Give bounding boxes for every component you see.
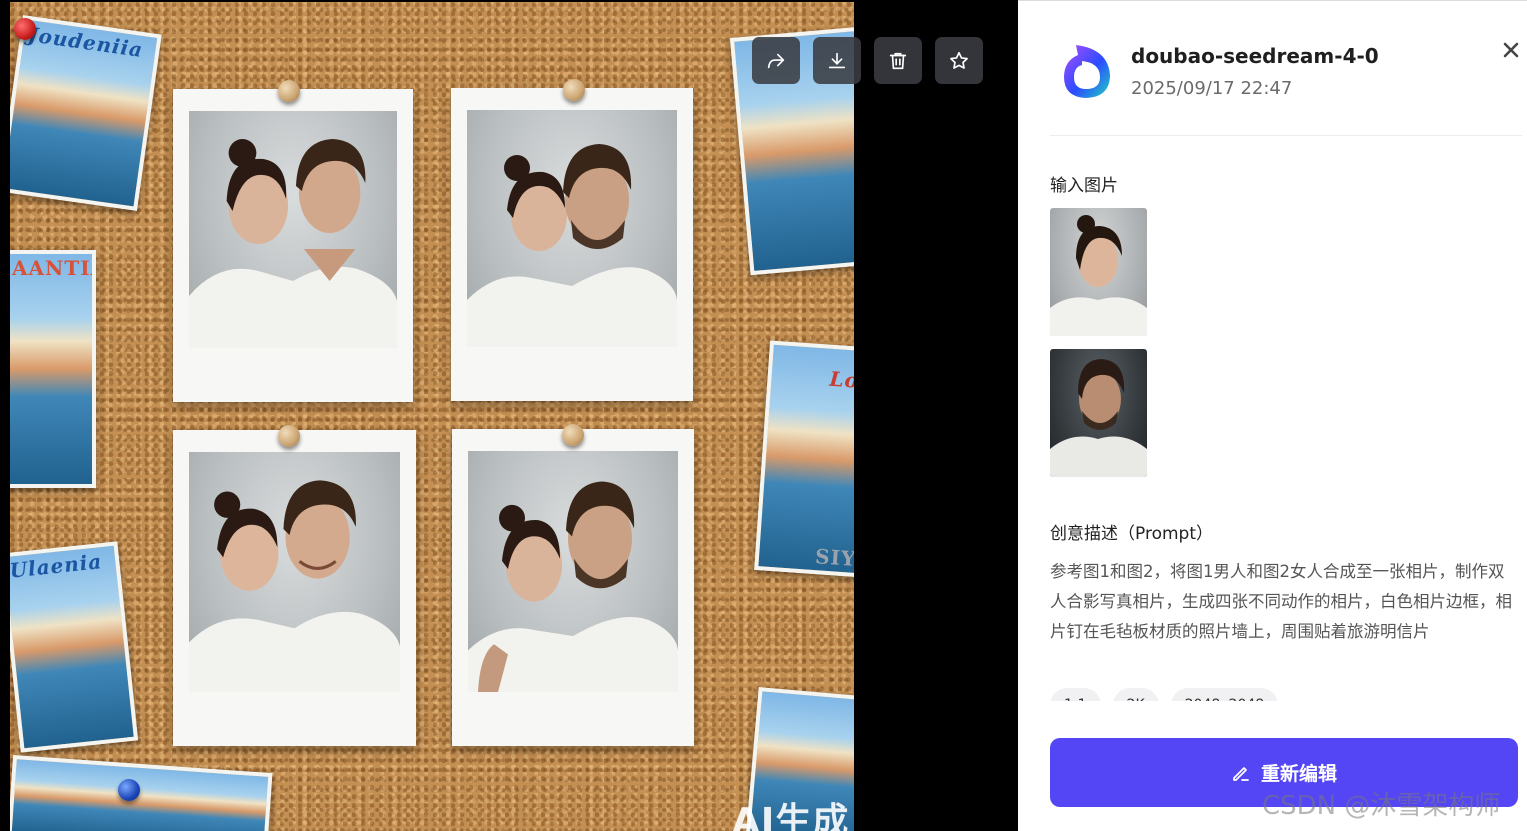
postcard: Ulaenia <box>10 541 139 753</box>
tag-aspect-ratio[interactable]: 1:1 <box>1050 688 1101 701</box>
trash-icon <box>889 52 907 69</box>
postcard-title: Ulaenia <box>10 549 104 583</box>
postcard: AANTIA <box>10 250 96 488</box>
star-icon <box>950 51 968 69</box>
polaroid-photo <box>451 88 693 401</box>
man-portrait <box>1050 359 1147 477</box>
prompt-title: 创意描述（Prompt） <box>1050 524 1213 544</box>
image-viewer: Joudeniia AANTIA Ulaenia Lou SIYO <box>0 0 1018 831</box>
push-pin <box>118 779 140 801</box>
close-icon <box>1503 42 1519 58</box>
postcard: Joudeniia <box>10 15 162 211</box>
watermark: CSDN @沐雪架构师 <box>1262 791 1501 821</box>
ai-generated-mark: AI生成 <box>732 801 850 831</box>
parameter-tags: 1:1 2K 2048x2048 <box>1050 688 1520 701</box>
polaroid-photo <box>173 89 413 402</box>
couple-photo <box>189 111 397 348</box>
delete-button[interactable] <box>874 37 922 84</box>
polaroid-photo <box>452 429 694 746</box>
created-date: 2025/09/17 22:47 <box>1131 78 1293 99</box>
push-pin <box>278 425 300 447</box>
favorite-button[interactable] <box>935 37 983 84</box>
re-edit-label: 重新编辑 <box>1260 763 1337 785</box>
divider <box>1050 135 1522 136</box>
postcard-title: Lou <box>828 366 854 394</box>
pencil-icon <box>1233 766 1249 781</box>
share-icon <box>767 53 785 68</box>
details-panel: doubao-seedream-4-0 2025/09/17 22:47 输入图… <box>1018 0 1527 831</box>
share-button[interactable] <box>752 37 800 84</box>
push-pin <box>14 18 36 40</box>
woman-portrait <box>1050 215 1147 336</box>
postcard: Lou SIYO <box>754 340 854 578</box>
polaroid-photo <box>173 430 416 746</box>
push-pin <box>563 79 585 101</box>
input-images-title: 输入图片 <box>1050 176 1118 196</box>
model-name: doubao-seedream-4-0 <box>1131 44 1379 68</box>
couple-photo <box>468 451 678 692</box>
push-pin <box>562 424 584 446</box>
postcard-title: SIYO <box>814 544 854 573</box>
tag-resolution[interactable]: 2K <box>1112 688 1159 701</box>
postcard-title: Joudeniia <box>26 22 145 63</box>
push-pin <box>278 80 300 102</box>
tag-size[interactable]: 2048x2048 <box>1170 688 1279 701</box>
download-button[interactable] <box>813 37 861 84</box>
download-icon <box>828 52 846 68</box>
model-logo-icon <box>1064 45 1110 98</box>
postcard-title: AANTIA <box>12 256 92 280</box>
close-button[interactable] <box>1500 39 1522 61</box>
postcard <box>10 755 273 831</box>
couple-photo <box>467 110 677 347</box>
input-image-thumbnail[interactable] <box>1050 349 1147 477</box>
generated-image[interactable]: Joudeniia AANTIA Ulaenia Lou SIYO <box>10 2 854 831</box>
image-toolbar <box>752 37 983 84</box>
input-image-thumbnail[interactable] <box>1050 208 1147 336</box>
prompt-text: 参考图1和图2，将图1男人和图2女人合成至一张相片，制作双人合影写真相片，生成四… <box>1050 562 1512 641</box>
couple-photo <box>189 452 400 692</box>
